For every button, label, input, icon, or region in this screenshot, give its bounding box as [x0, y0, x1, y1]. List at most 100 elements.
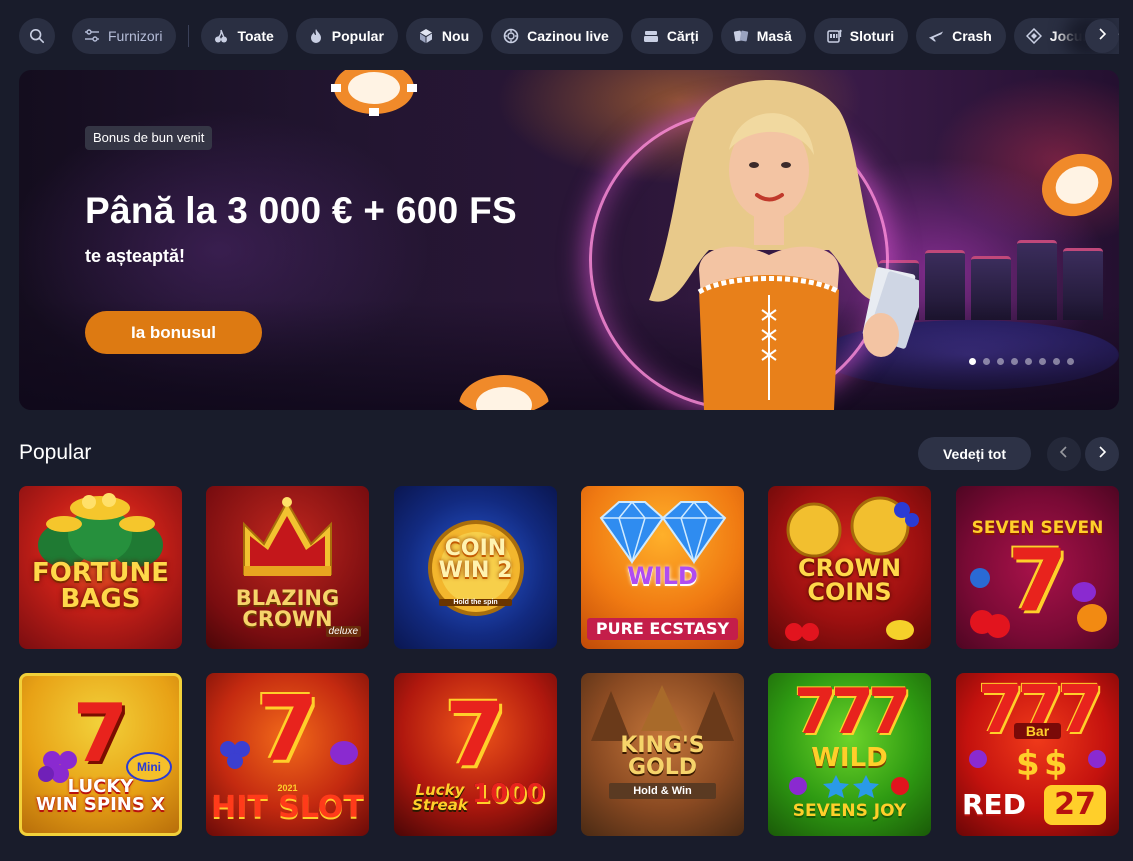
- stars-fruits-art: [789, 775, 909, 798]
- hostess-illustration: [649, 80, 919, 410]
- cherries-icon: [213, 28, 229, 44]
- category-label: Cazinou live: [527, 28, 609, 44]
- carousel-dot[interactable]: [1067, 358, 1074, 365]
- table-cards-icon: [733, 28, 749, 44]
- see-all-button[interactable]: Vedeți tot: [918, 437, 1031, 470]
- category-sloturi[interactable]: Sloturi: [813, 18, 909, 54]
- category-label: Toate: [237, 28, 274, 44]
- carousel-dot[interactable]: [997, 358, 1004, 365]
- flame-icon: [308, 28, 324, 44]
- game-tile-blazing-crown[interactable]: Blazing Crown deluxe: [206, 486, 369, 649]
- search-button[interactable]: [19, 18, 55, 54]
- slot-machine-icon: [826, 28, 842, 44]
- coins-art: [786, 496, 919, 558]
- carousel-dot[interactable]: [1053, 358, 1060, 365]
- poker-chip-illustration: [331, 70, 417, 116]
- carousel-dot[interactable]: [983, 358, 990, 365]
- carousel-dot[interactable]: [969, 358, 976, 365]
- crown-art: [243, 497, 332, 576]
- category-popular[interactable]: Popular: [295, 18, 398, 54]
- game-title: Hit Slot: [211, 790, 364, 825]
- game-tile-red-27[interactable]: 777 Bar $ $ Red 27: [956, 673, 1119, 836]
- claim-bonus-button[interactable]: Ia bonusul: [85, 311, 262, 354]
- chevron-right-icon: [1097, 445, 1107, 464]
- chip-icon: [503, 28, 519, 44]
- carousel-dot[interactable]: [1011, 358, 1018, 365]
- game-tile-lucky-streak-1000[interactable]: 7 Lucky Streak 1000: [394, 673, 557, 836]
- poker-chip-illustration: [459, 375, 549, 410]
- category-label: Popular: [331, 28, 384, 44]
- section-title: Popular: [19, 441, 92, 464]
- fruits-art: [970, 568, 1107, 638]
- game-tile-wild-sevens-joy[interactable]: 777 Wild Sevens Joy: [768, 673, 931, 836]
- plane-icon: [928, 28, 944, 44]
- game-tile-hit-slot[interactable]: 7 2021 Hit Slot: [206, 673, 369, 836]
- providers-label: Furnizori: [108, 28, 163, 44]
- cube-icon: [418, 28, 434, 44]
- providers-filter-button[interactable]: Furnizori: [72, 18, 177, 54]
- game-tile-coin-win-2[interactable]: Coin Win 2 Hold the spin: [394, 486, 557, 649]
- trees-art: [591, 685, 734, 741]
- fruits-art: [220, 741, 358, 769]
- diamond-icon: [1025, 28, 1042, 44]
- category-cazinou-live[interactable]: Cazinou live: [491, 18, 623, 54]
- carousel-dot[interactable]: [1025, 358, 1032, 365]
- game-seven-symbol: 7: [444, 683, 507, 786]
- game-number-badge: 27: [1044, 785, 1106, 825]
- game-tile-kings-gold[interactable]: King's Gold Hold & Win: [581, 673, 744, 836]
- carousel-next-button[interactable]: [1085, 437, 1119, 471]
- carousel-prev-button[interactable]: [1047, 437, 1081, 471]
- game-badge: Bar: [1014, 723, 1061, 739]
- category-toate[interactable]: Toate: [201, 18, 288, 54]
- game-badge: Hold the spin: [439, 599, 512, 606]
- game-title: Red: [962, 788, 1026, 821]
- category-label: Sloturi: [849, 28, 895, 44]
- carousel-dots: [969, 358, 1074, 365]
- hero-subtitle: te așteaptă!: [85, 246, 186, 266]
- category-masa[interactable]: Masă: [720, 18, 806, 54]
- game-sevens-symbol: 777: [793, 675, 911, 748]
- game-title: Lucky Win Spins X: [36, 776, 165, 815]
- game-title-number: 1000: [472, 779, 545, 809]
- svg-text:$: $: [1044, 744, 1068, 783]
- game-tile-crown-coins[interactable]: Crown Coins: [768, 486, 931, 649]
- hero-banner[interactable]: Bonus de bun venit Până la 3 000 € + 600…: [19, 70, 1119, 410]
- category-label: Masă: [756, 28, 792, 44]
- game-tile-fortune-bags[interactable]: Fortune Bags: [19, 486, 182, 649]
- category-crash[interactable]: Crash: [916, 18, 1006, 54]
- game-tile-wild-pure-ecstasy[interactable]: Wild Pure Ecstasy: [581, 486, 744, 649]
- poker-chip-illustration: [1041, 153, 1113, 217]
- hero-title: Până la 3 000 € + 600 FS: [85, 190, 517, 231]
- category-bar: Furnizori Toate Popular Nou Cazinou live…: [19, 17, 1119, 55]
- game-title: Coin Win 2: [438, 536, 513, 583]
- game-tile-seven-seven[interactable]: Seven Seven 7: [956, 486, 1119, 649]
- bonus-tag: Bonus de bun venit: [85, 126, 213, 150]
- game-badge: Hold & Win: [609, 783, 716, 799]
- chevron-left-icon: [1059, 445, 1069, 464]
- divider: [188, 25, 190, 47]
- game-tile-lucky-win-spins-x[interactable]: 7 Mini Lucky Win Spins X: [19, 673, 182, 836]
- fruits-art: [785, 620, 914, 641]
- category-carti[interactable]: Cărți: [630, 18, 713, 54]
- cards-stack-icon: [643, 28, 659, 44]
- dollar-fruits-art: $ $: [969, 744, 1106, 783]
- game-subtitle: Pure Ecstasy: [587, 618, 738, 640]
- svg-text:$: $: [1016, 744, 1040, 783]
- search-icon: [29, 28, 45, 44]
- category-nou[interactable]: Nou: [405, 18, 484, 54]
- game-title: King's Gold: [620, 733, 705, 780]
- game-title: Blazing Crown: [235, 586, 340, 631]
- game-title: Wild: [627, 562, 698, 590]
- category-label: Cărți: [666, 28, 699, 44]
- category-label: Crash: [952, 28, 992, 44]
- diamonds-art: [599, 500, 727, 565]
- game-badge: deluxe: [325, 626, 361, 637]
- game-subtitle: Sevens Joy: [792, 801, 907, 821]
- game-title: Wild: [811, 743, 888, 773]
- game-title: Lucky Streak: [412, 781, 468, 814]
- sliders-icon: [84, 28, 100, 44]
- carousel-dot[interactable]: [1039, 358, 1046, 365]
- game-title: Crown Coins: [797, 554, 902, 606]
- game-title: Fortune Bags: [31, 558, 170, 614]
- categories-scroll-right-button[interactable]: [1085, 19, 1119, 53]
